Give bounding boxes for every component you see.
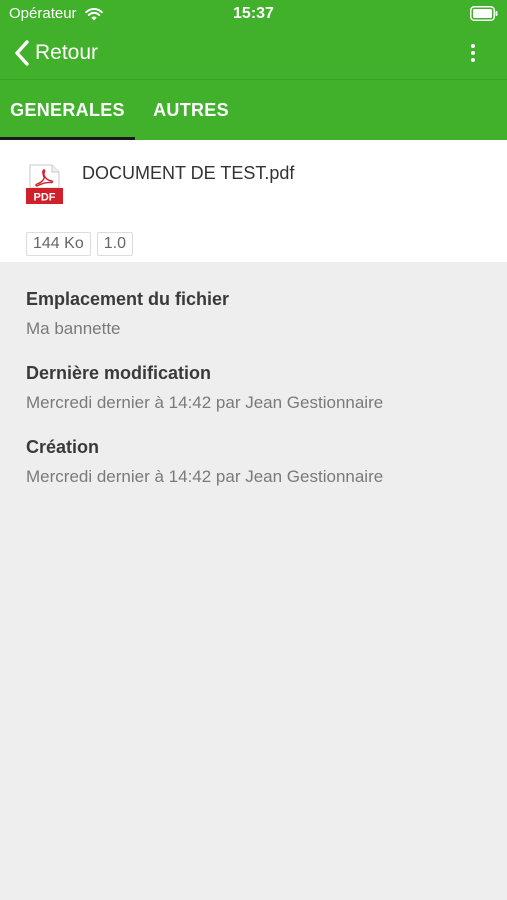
detail-location: Emplacement du fichier Ma bannette — [26, 288, 486, 340]
tab-generales-label: GENERALES — [10, 99, 125, 120]
detail-location-title: Emplacement du fichier — [26, 289, 230, 309]
detail-last-modified: Dernière modification Mercredi dernier à… — [26, 362, 486, 414]
file-version-badge: 1.0 — [96, 232, 133, 256]
pdf-icon-label: PDF — [34, 192, 56, 204]
detail-last-modified-value: Mercredi dernier à 14:42 par Jean Gestio… — [26, 393, 384, 412]
status-bar: Opérateur 15:37 — [0, 0, 507, 28]
tab-bar: GENERALES AUTRES — [0, 80, 507, 140]
more-vertical-icon — [471, 44, 475, 62]
pdf-file-icon: PDF — [26, 164, 63, 204]
back-button[interactable]: Retour — [13, 37, 98, 69]
tab-autres[interactable]: AUTRES — [141, 80, 241, 140]
tab-generales[interactable]: GENERALES — [0, 80, 135, 140]
file-size-badge: 144 Ko — [26, 232, 91, 256]
file-name: DOCUMENT DE TEST.pdf — [82, 163, 295, 183]
detail-creation: Création Mercredi dernier à 14:42 par Je… — [26, 436, 486, 488]
app-header: Opérateur 15:37 Retour GENERALES AUTRES — [0, 0, 507, 140]
file-details: Emplacement du fichier Ma bannette Derni… — [26, 288, 486, 510]
battery-icon — [470, 6, 498, 21]
file-card: PDF DOCUMENT DE TEST.pdf 144 Ko 1.0 — [0, 140, 507, 262]
tab-autres-label: AUTRES — [153, 99, 229, 120]
file-tags: 144 Ko 1.0 — [26, 232, 139, 256]
detail-location-value: Ma bannette — [26, 319, 121, 338]
detail-last-modified-title: Dernière modification — [26, 363, 212, 383]
detail-creation-value: Mercredi dernier à 14:42 par Jean Gestio… — [26, 467, 384, 486]
detail-creation-title: Création — [26, 437, 100, 457]
back-label: Retour — [35, 41, 99, 64]
navigation-bar: Retour — [0, 28, 507, 78]
status-time: 15:37 — [233, 5, 274, 22]
more-options-button[interactable] — [463, 41, 483, 65]
chevron-left-icon — [15, 40, 29, 66]
